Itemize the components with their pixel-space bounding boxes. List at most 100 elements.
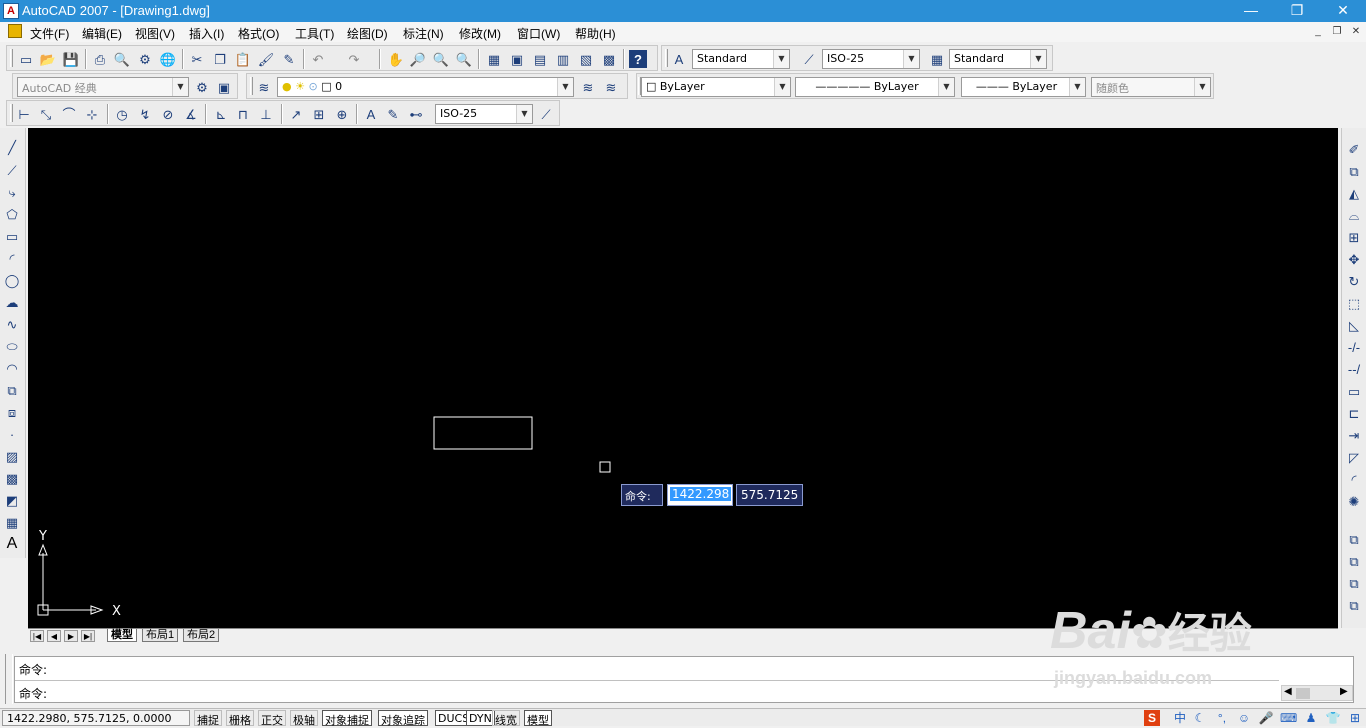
dynamic-input-x-field[interactable]: 1422.298	[667, 484, 733, 506]
rectangle-icon[interactable]: ▭	[3, 227, 21, 245]
markup-icon[interactable]: ▧	[577, 50, 595, 68]
dynamic-input-y-field[interactable]: 575.7125	[736, 484, 803, 506]
next-tab-icon[interactable]: ▶	[64, 630, 78, 642]
emoji-icon[interactable]: ☺	[1236, 710, 1252, 726]
menu-help[interactable]: 帮助(H)	[575, 25, 616, 42]
chamfer-icon[interactable]: ◸	[1345, 448, 1363, 466]
toolbar-grip[interactable]	[665, 49, 668, 67]
offset-icon[interactable]: ⌓	[1345, 206, 1363, 224]
angular-dimension-icon[interactable]: ∡	[182, 105, 200, 123]
new-icon[interactable]: ▭	[17, 50, 35, 68]
menu-dimension[interactable]: 标注(N)	[403, 25, 444, 42]
menu-window[interactable]: 窗口(W)	[517, 25, 560, 42]
punctuation-icon[interactable]: °,	[1214, 710, 1230, 726]
extend-icon[interactable]: --/	[1345, 360, 1363, 378]
spline-icon[interactable]: ∿	[3, 315, 21, 333]
menu-draw[interactable]: 绘图(D)	[347, 25, 388, 42]
workspace-settings-icon[interactable]: ⚙	[193, 78, 211, 96]
copy-icon[interactable]: ❐	[211, 50, 229, 68]
redo-icon[interactable]: ↷	[345, 50, 363, 68]
tool-palettes-icon[interactable]: ▤	[531, 50, 549, 68]
construction-line-icon[interactable]: ⟋	[3, 161, 21, 179]
workspace-select[interactable]: AutoCAD 经典 ▼	[17, 77, 189, 97]
arc-icon[interactable]: ◜	[3, 249, 21, 267]
make-block-icon[interactable]: ⧈	[3, 403, 21, 421]
save-icon[interactable]: 💾	[62, 50, 80, 68]
draw-order-icon[interactable]: ⧉	[1345, 530, 1363, 548]
dimension-style-manager-icon[interactable]: ⟋	[537, 105, 555, 123]
join-icon[interactable]: ⇥	[1345, 426, 1363, 444]
menu-file[interactable]: 文件(F)	[30, 25, 69, 42]
zoom-window-icon[interactable]: 🔍	[432, 50, 450, 68]
snap-toggle[interactable]: 捕捉	[194, 710, 222, 727]
copy-object-icon[interactable]: ⧉	[1345, 162, 1363, 180]
array-icon[interactable]: ⊞	[1345, 228, 1363, 246]
close-button[interactable]: ✕	[1320, 0, 1366, 22]
color-select[interactable]: □ ByLayer ▼	[641, 77, 791, 97]
lineweight-toggle[interactable]: 线宽	[492, 710, 520, 727]
center-mark-icon[interactable]: ⊕	[333, 105, 351, 123]
toolbar-grip[interactable]	[10, 104, 13, 122]
cut-icon[interactable]: ✂	[188, 50, 206, 68]
dimension-style-icon[interactable]: ⟋	[800, 50, 818, 68]
layer-select[interactable]: ● ☀ ⊙ □ 0 ▼	[277, 77, 574, 97]
hatch-icon[interactable]: ▨	[3, 447, 21, 465]
layer-manager-icon[interactable]: ≋	[255, 78, 273, 96]
help-icon[interactable]: ?	[629, 50, 647, 68]
diameter-dimension-icon[interactable]: ⊘	[159, 105, 177, 123]
table-style-select[interactable]: Standard ▼	[949, 49, 1047, 69]
menu-tools[interactable]: 工具(T)	[295, 25, 334, 42]
bring-above-icon[interactable]: ⧉	[1345, 596, 1363, 614]
scroll-right-icon[interactable]: ▶	[1340, 686, 1348, 697]
grid-toggle[interactable]: 栅格	[226, 710, 254, 727]
block-editor-icon[interactable]: ✎	[280, 50, 298, 68]
microphone-icon[interactable]: 🎤	[1258, 710, 1274, 726]
break-icon[interactable]: ⊏	[1345, 404, 1363, 422]
ortho-toggle[interactable]: 正交	[258, 710, 286, 727]
send-to-back-icon[interactable]: ⧉	[1345, 574, 1363, 592]
revision-cloud-icon[interactable]: ☁	[3, 293, 21, 311]
autocad-logo-icon[interactable]: A	[3, 3, 19, 19]
undo-icon[interactable]: ↶	[309, 50, 327, 68]
plot-preview-icon[interactable]: 🔍	[113, 50, 131, 68]
ordinate-dimension-icon[interactable]: ⊹	[83, 105, 101, 123]
circle-icon[interactable]: ◯	[3, 271, 21, 289]
toolbar-grip[interactable]	[250, 77, 253, 95]
polygon-icon[interactable]: ⬠	[3, 205, 21, 223]
plot-style-select[interactable]: 随颜色 ▼	[1091, 77, 1211, 97]
zoom-previous-icon[interactable]: 🔍	[455, 50, 473, 68]
menu-edit[interactable]: 编辑(E)	[82, 25, 122, 42]
break-at-point-icon[interactable]: ▭	[1345, 382, 1363, 400]
stretch-icon[interactable]: ◺	[1345, 316, 1363, 334]
ellipse-icon[interactable]: ⬭	[3, 337, 21, 355]
linear-dimension-icon[interactable]: ⊢	[15, 105, 33, 123]
point-icon[interactable]: ·	[3, 425, 21, 443]
restore-button[interactable]: ❐	[1274, 0, 1320, 22]
make-object-layer-current-icon[interactable]: ≋	[579, 78, 597, 96]
doc-close-button[interactable]: ✕	[1348, 24, 1364, 40]
polyline-icon[interactable]: ⤷	[3, 183, 21, 201]
calculator-icon[interactable]: ▩	[600, 50, 618, 68]
menu-format[interactable]: 格式(O)	[238, 25, 279, 42]
scroll-thumb[interactable]	[1296, 688, 1310, 699]
previous-tab-icon[interactable]: ◀	[47, 630, 61, 642]
fillet-icon[interactable]: ◜	[1345, 470, 1363, 488]
doc-restore-button[interactable]: ❐	[1329, 24, 1345, 40]
jogged-dimension-icon[interactable]: ↯	[136, 105, 154, 123]
keyboard-icon[interactable]: ⌨	[1280, 710, 1297, 726]
3d-dwf-icon[interactable]: 🌐	[159, 50, 177, 68]
table-style-icon[interactable]: ▦	[928, 50, 946, 68]
user-icon[interactable]: ♟	[1303, 710, 1319, 726]
text-style-select[interactable]: Standard ▼	[692, 49, 790, 69]
command-grip[interactable]	[5, 654, 13, 704]
properties-icon[interactable]: ▦	[485, 50, 503, 68]
match-properties-icon[interactable]: 🖌	[257, 50, 275, 68]
shirt-icon[interactable]: 👕	[1325, 710, 1341, 726]
dyn-toggle[interactable]: DYN	[466, 710, 495, 726]
arc-length-icon[interactable]: ⌒	[60, 105, 78, 123]
erase-icon[interactable]: ✐	[1345, 140, 1363, 158]
open-icon[interactable]: 📂	[39, 50, 57, 68]
sheet-set-icon[interactable]: ▥	[554, 50, 572, 68]
linetype-select[interactable]: ————— ByLayer ▼	[795, 77, 955, 97]
table-icon[interactable]: ▦	[3, 513, 21, 531]
